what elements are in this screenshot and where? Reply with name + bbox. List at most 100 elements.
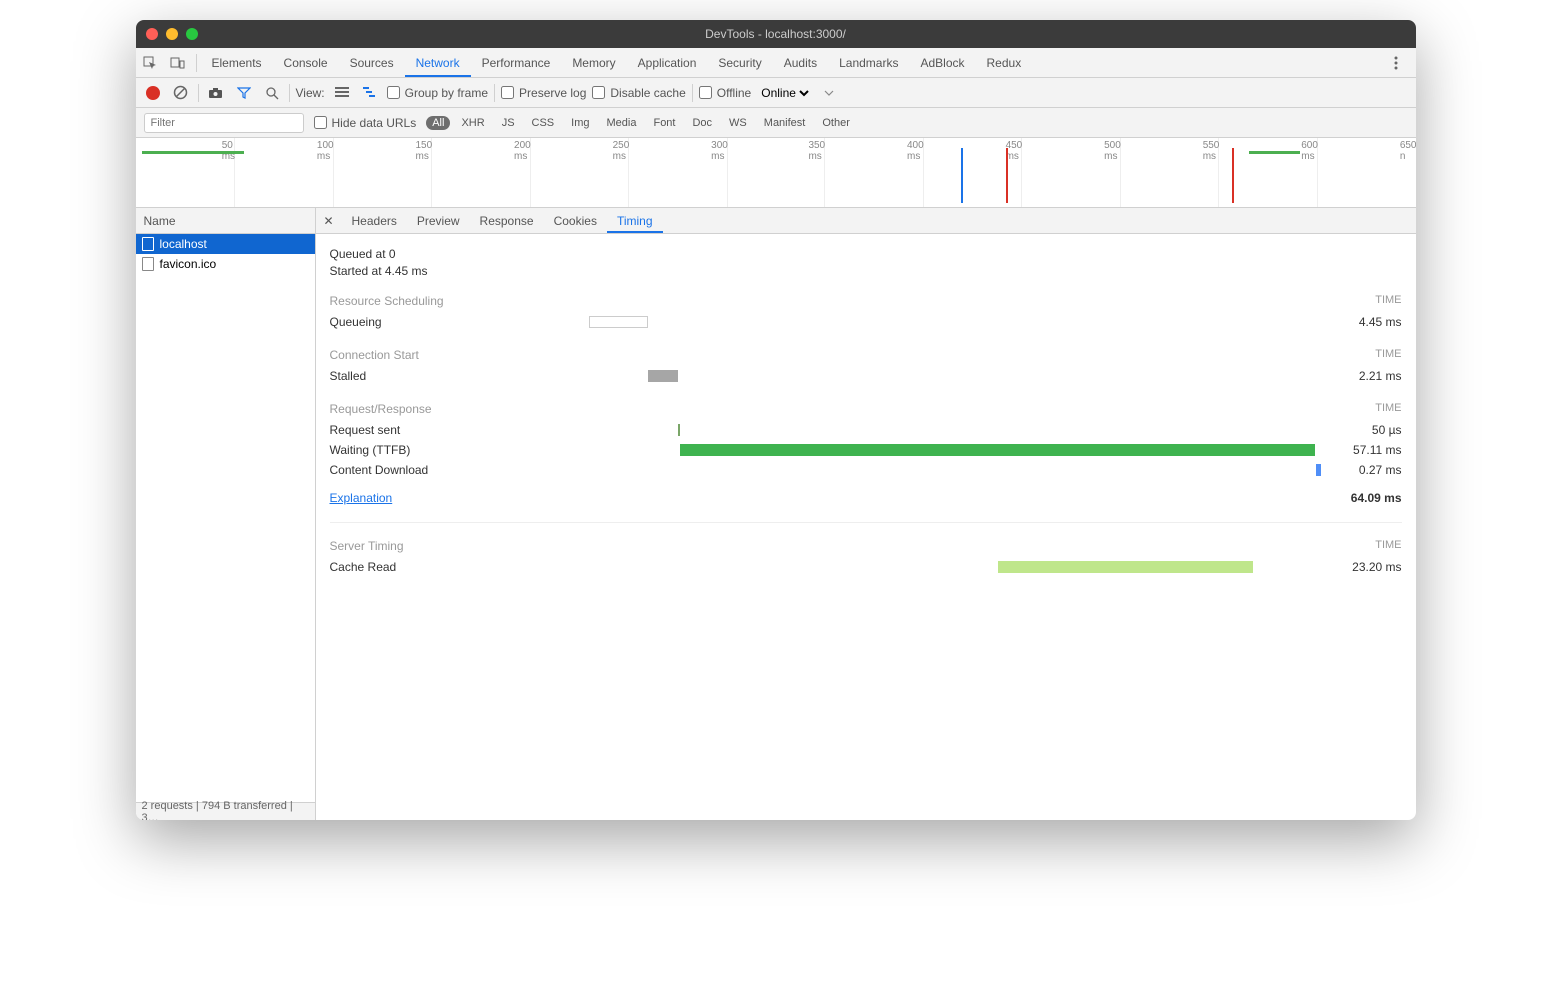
group-by-frame-checkbox[interactable]: Group by frame <box>387 86 488 100</box>
minimize-window-button[interactable] <box>166 28 178 40</box>
document-icon <box>142 237 154 251</box>
request-list-panel: Name localhost favicon.ico 2 requests | 7… <box>136 208 316 820</box>
timing-row-waiting: Waiting (TTFB) 57.11 ms <box>330 440 1402 460</box>
maximize-window-button[interactable] <box>186 28 198 40</box>
explanation-link[interactable]: Explanation <box>330 491 393 505</box>
throttle-select[interactable]: Online <box>757 85 812 101</box>
network-toolbar: View: Group by frame Preserve log Disabl… <box>136 78 1416 108</box>
preserve-log-checkbox[interactable]: Preserve log <box>501 86 586 100</box>
clear-button[interactable] <box>170 82 192 104</box>
ruler-tick: 350 ms <box>808 140 825 162</box>
close-detail-icon[interactable]: ✕ <box>316 214 342 228</box>
timing-bar-request_sent <box>678 424 680 436</box>
disable-cache-checkbox[interactable]: Disable cache <box>592 86 685 100</box>
tab-network[interactable]: Network <box>405 48 471 77</box>
waterfall-icon[interactable] <box>359 82 381 104</box>
tab-sources[interactable]: Sources <box>339 48 405 77</box>
type-filter-doc[interactable]: Doc <box>686 116 718 130</box>
detail-tab-response[interactable]: Response <box>470 208 544 233</box>
search-icon[interactable] <box>261 82 283 104</box>
type-filter-manifest[interactable]: Manifest <box>758 116 812 130</box>
window-title: DevTools - localhost:3000/ <box>705 27 846 41</box>
request-row[interactable]: localhost <box>136 234 315 254</box>
window-controls <box>146 28 198 40</box>
filter-input[interactable] <box>144 113 304 133</box>
type-filter-img[interactable]: Img <box>565 116 595 130</box>
ruler-mark <box>1006 148 1008 203</box>
kebab-menu-icon[interactable] <box>1382 49 1410 77</box>
type-filter-js[interactable]: JS <box>496 116 521 130</box>
type-filter-other[interactable]: Other <box>816 116 856 130</box>
started-at-label: Started at 4.45 ms <box>330 264 1402 278</box>
tab-console[interactable]: Console <box>273 48 339 77</box>
timeline-ruler[interactable]: 50 ms100 ms150 ms200 ms250 ms300 ms350 m… <box>136 138 1416 208</box>
timing-row-stalled: Stalled 2.21 ms <box>330 366 1402 386</box>
type-filter-css[interactable]: CSS <box>526 116 561 130</box>
tab-landmarks[interactable]: Landmarks <box>828 48 909 77</box>
separator <box>330 522 1402 523</box>
tab-security[interactable]: Security <box>707 48 772 77</box>
main-split: Name localhost favicon.ico 2 requests | 7… <box>136 208 1416 820</box>
name-column-header[interactable]: Name <box>136 208 315 234</box>
large-rows-icon[interactable] <box>331 82 353 104</box>
titlebar: DevTools - localhost:3000/ <box>136 20 1416 48</box>
ruler-tick: 150 ms <box>415 140 432 162</box>
type-filter-ws[interactable]: WS <box>723 116 753 130</box>
timing-total: 64.09 ms <box>1322 488 1402 508</box>
status-bar: 2 requests | 794 B transferred | 3… <box>136 802 315 820</box>
separator <box>196 54 197 72</box>
tab-redux[interactable]: Redux <box>976 48 1033 77</box>
timing-row-content-download: Content Download 0.27 ms <box>330 460 1402 480</box>
tab-memory[interactable]: Memory <box>561 48 626 77</box>
type-filter-all[interactable]: All <box>426 116 450 130</box>
type-filter-font[interactable]: Font <box>647 116 681 130</box>
ruler-mark <box>1232 148 1234 203</box>
ruler-tick: 550 ms <box>1203 140 1220 162</box>
connection-start-header: Connection Start <box>330 348 419 362</box>
detail-tabs: ✕ HeadersPreviewResponseCookiesTiming <box>316 208 1416 234</box>
detail-tab-preview[interactable]: Preview <box>407 208 470 233</box>
ruler-tick: 650 n <box>1400 140 1416 162</box>
timing-bar-content_download <box>1316 464 1321 476</box>
ruler-mark <box>961 148 963 203</box>
tab-performance[interactable]: Performance <box>471 48 562 77</box>
ruler-tick: 400 ms <box>907 140 924 162</box>
tab-application[interactable]: Application <box>627 48 708 77</box>
detail-tab-timing[interactable]: Timing <box>607 208 663 233</box>
tab-adblock[interactable]: AdBlock <box>909 48 975 77</box>
detail-tab-headers[interactable]: Headers <box>342 208 407 233</box>
hide-data-urls-checkbox[interactable]: Hide data URLs <box>314 116 417 130</box>
request-list: localhost favicon.ico <box>136 234 315 802</box>
tab-audits[interactable]: Audits <box>773 48 828 77</box>
close-window-button[interactable] <box>146 28 158 40</box>
ruler-tick: 300 ms <box>711 140 728 162</box>
timing-row-cache-read: Cache Read 23.20 ms <box>330 557 1402 577</box>
device-toggle-icon[interactable] <box>164 49 192 77</box>
timing-bar-cache_read <box>998 561 1254 573</box>
record-button[interactable] <box>142 82 164 104</box>
queued-at-label: Queued at 0 <box>330 247 1402 261</box>
timing-panel: Queued at 0 Started at 4.45 ms TIMEResou… <box>316 234 1416 820</box>
ruler-tick: 100 ms <box>317 140 334 162</box>
devtools-window: DevTools - localhost:3000/ ElementsConso… <box>136 20 1416 820</box>
ruler-activity <box>1249 151 1300 154</box>
request-name: favicon.ico <box>160 257 217 271</box>
offline-checkbox[interactable]: Offline <box>699 86 751 100</box>
type-filter-xhr[interactable]: XHR <box>455 116 490 130</box>
filter-bar: Hide data URLs All XHR JS CSS Img Media Font Do… <box>136 108 1416 138</box>
detail-tab-cookies[interactable]: Cookies <box>544 208 607 233</box>
capture-screenshots-icon[interactable] <box>205 82 227 104</box>
throttle-config-icon[interactable] <box>818 82 840 104</box>
timing-row-queueing: Queueing 4.45 ms <box>330 312 1402 332</box>
inspect-icon[interactable] <box>136 49 164 77</box>
tab-elements[interactable]: Elements <box>201 48 273 77</box>
ruler-tick: 500 ms <box>1104 140 1121 162</box>
document-icon <box>142 257 154 271</box>
filter-icon[interactable] <box>233 82 255 104</box>
request-row[interactable]: favicon.ico <box>136 254 315 274</box>
timing-bar-waiting <box>680 444 1315 456</box>
type-filter-media[interactable]: Media <box>601 116 643 130</box>
ruler-tick: 450 ms <box>1006 140 1023 162</box>
view-label: View: <box>296 86 325 100</box>
ruler-tick: 600 ms <box>1301 140 1318 162</box>
